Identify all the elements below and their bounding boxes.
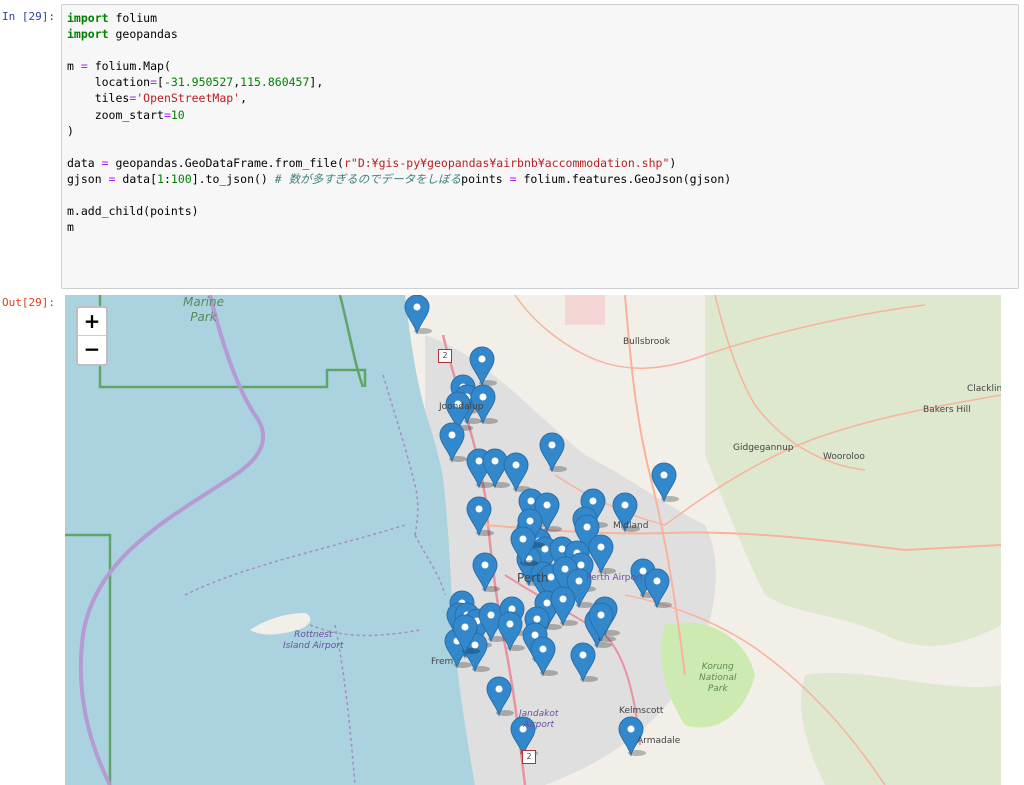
map-label-jandakot-airport: Jandakot Airport (519, 709, 559, 730)
zoom-out-button[interactable]: − (78, 336, 106, 363)
output-prompt: Out[29]: (2, 296, 55, 309)
map-label-rottnest-airport: Rottnest Island Airport (283, 630, 344, 651)
code-editor[interactable]: import folium import geopandas m = foliu… (67, 10, 731, 235)
map-label-kelmscott: Kelmscott (619, 706, 664, 716)
code-line: ) (67, 123, 74, 138)
code-line: m.add_child(points) (67, 204, 199, 219)
map-label-bakers-hill: Bakers Hill (923, 405, 971, 415)
code-line: m (67, 220, 74, 235)
code-line: data = geopandas.GeoDataFrame.from_file(… (67, 155, 677, 170)
map-label-perth-airport: Perth Airport (586, 573, 644, 583)
map-label-clacklin: Clacklin (967, 384, 1001, 394)
code-line: location=[-31.950527,115.860457], (67, 75, 324, 90)
route-shield: 2 (522, 750, 536, 764)
map-label-joondalup: Joondalup (439, 402, 484, 412)
zoom-in-button[interactable]: + (78, 308, 106, 336)
map-label-bullsbrook: Bullsbrook (623, 337, 671, 347)
map-label-gidgegannup: Gidgegannup (733, 443, 794, 453)
code-line: import folium (67, 11, 158, 25)
code-line: zoom_start=10 (67, 107, 185, 122)
code-cell[interactable]: import folium import geopandas m = foliu… (61, 4, 1019, 289)
map-label-midland: Midland (613, 521, 649, 531)
map-label-fremantle: Frem (431, 657, 454, 667)
code-line: tiles='OpenStreetMap', (67, 91, 248, 106)
map-label-armadale: Armadale (637, 736, 681, 746)
route-shield: 2 (438, 349, 452, 363)
code-line: import geopandas (67, 27, 178, 42)
code-line: m = folium.Map( (67, 59, 171, 74)
zoom-control: + − (76, 306, 108, 366)
map-label-marine-park: Marine Park (183, 295, 224, 324)
folium-map[interactable]: + − Marine Park Bullsbrook Clacklin Bake… (65, 295, 1001, 785)
map-label-korung: Korung National Park (699, 662, 737, 694)
map-label-perth: Perth (517, 571, 549, 585)
map-label-wooroloo: Wooroloo (823, 452, 865, 462)
code-line: gjson = data[1:100].to_json() # 数が多すぎるので… (67, 171, 462, 186)
input-prompt: In [29]: (2, 10, 55, 23)
